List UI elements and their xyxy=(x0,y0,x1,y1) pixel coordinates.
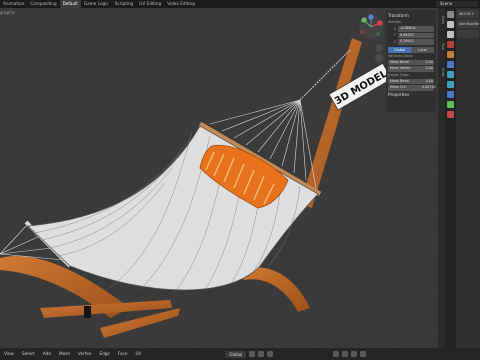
edges-data-label: Edges Data: xyxy=(388,72,410,77)
proportional-edit-icon[interactable] xyxy=(267,351,274,357)
modifier-icon[interactable] xyxy=(447,61,454,68)
shading-material-icon[interactable] xyxy=(360,351,367,357)
menu-view[interactable]: View xyxy=(0,348,18,360)
add-modifier-button[interactable]: Add Modifier xyxy=(457,20,479,28)
tab-compositing[interactable]: Compositing xyxy=(27,0,59,8)
top-bar: Animation Compositing Default Game Logic… xyxy=(0,0,480,8)
tab-view[interactable]: View xyxy=(438,60,445,86)
scene-icon[interactable] xyxy=(447,41,454,48)
tab-uv-editing[interactable]: UV Editing xyxy=(136,0,164,8)
pan-icon[interactable] xyxy=(375,54,383,62)
shading-solid-icon[interactable] xyxy=(351,351,358,357)
menu-add[interactable]: Add xyxy=(39,348,55,360)
tab-default[interactable]: Default xyxy=(59,0,81,8)
global-button[interactable]: Global xyxy=(388,46,411,53)
edge-mean-crease-field[interactable]: Mean Cre 0.00710 xyxy=(388,85,436,91)
tab-tool[interactable]: Tool xyxy=(438,34,445,60)
scene-selector[interactable]: Scene xyxy=(436,1,478,7)
render-icon[interactable] xyxy=(447,21,454,28)
data-icon[interactable] xyxy=(447,101,454,108)
median-x-field[interactable]: X -0.08914 xyxy=(388,26,434,32)
menu-edge[interactable]: Edge xyxy=(95,348,114,360)
3d-viewport[interactable]: 3D MODEL graphic xyxy=(0,8,438,348)
local-button[interactable]: Local xyxy=(411,46,434,53)
object-icon[interactable] xyxy=(447,51,454,58)
median-z-field[interactable]: Z 0.19921 xyxy=(388,39,434,45)
modifier-row[interactable] xyxy=(457,30,479,38)
tool-icon[interactable] xyxy=(447,11,454,18)
menu-mesh[interactable]: Mesh xyxy=(55,348,74,360)
median-label: Median: xyxy=(388,20,403,24)
vertices-data-label: Vertices Data: xyxy=(388,53,414,58)
hammock-scene: 3D MODEL xyxy=(0,8,438,348)
viewport-label: graphic xyxy=(0,10,16,15)
menu-uv[interactable]: UV xyxy=(131,348,145,360)
tab-video-editing[interactable]: Video Editing xyxy=(164,0,198,8)
viewport-header: View Select Add Mesh Vertex Edge Face UV… xyxy=(0,348,480,360)
pivot-icon[interactable] xyxy=(249,351,256,357)
tab-scripting[interactable]: Scripting xyxy=(112,0,137,8)
properties-header[interactable]: Properties xyxy=(388,91,434,98)
space-toggle: Global Local xyxy=(388,46,434,53)
xray-icon[interactable] xyxy=(342,351,349,357)
tab-animation[interactable]: Animation xyxy=(0,0,27,8)
properties-panel: WOOD 3 Add Modifier xyxy=(456,8,480,348)
properties-tabs xyxy=(445,8,456,348)
snap-icon[interactable] xyxy=(258,351,265,357)
object-name-field[interactable]: WOOD 3 xyxy=(457,10,479,18)
material-icon[interactable] xyxy=(447,111,454,118)
menu-vertex[interactable]: Vertex xyxy=(74,348,95,360)
output-icon[interactable] xyxy=(447,31,454,38)
physics-icon[interactable] xyxy=(447,81,454,88)
sidebar-transform-panel: Transform Median: X -0.08914 Y 0.64322 Z 0.… xyxy=(386,10,436,112)
tab-game-logic[interactable]: Game Logic xyxy=(81,0,112,8)
sidebar-tabs: Item Tool View xyxy=(438,8,445,348)
transform-header[interactable]: Transform xyxy=(388,12,434,19)
constraints-icon[interactable] xyxy=(447,91,454,98)
vertex-mean-bevel-field[interactable]: Mean Bevel 0.00 xyxy=(388,59,434,65)
menu-select[interactable]: Select xyxy=(18,348,39,360)
transform-orientation-dropdown[interactable]: Global xyxy=(225,350,247,358)
overlay-icon[interactable] xyxy=(333,351,340,357)
menu-face[interactable]: Face xyxy=(114,348,131,360)
edge-mean-bevel-field[interactable]: Mean Bevel 0.00 xyxy=(388,78,434,84)
navigation-gizmo[interactable] xyxy=(358,14,384,40)
zoom-icon[interactable] xyxy=(375,44,383,52)
median-y-field[interactable]: Y 0.64322 xyxy=(388,32,434,38)
vertex-mean-vertex-field[interactable]: Mean Vertex 0.00 xyxy=(388,66,434,72)
tab-item[interactable]: Item xyxy=(438,8,445,34)
particles-icon[interactable] xyxy=(447,71,454,78)
